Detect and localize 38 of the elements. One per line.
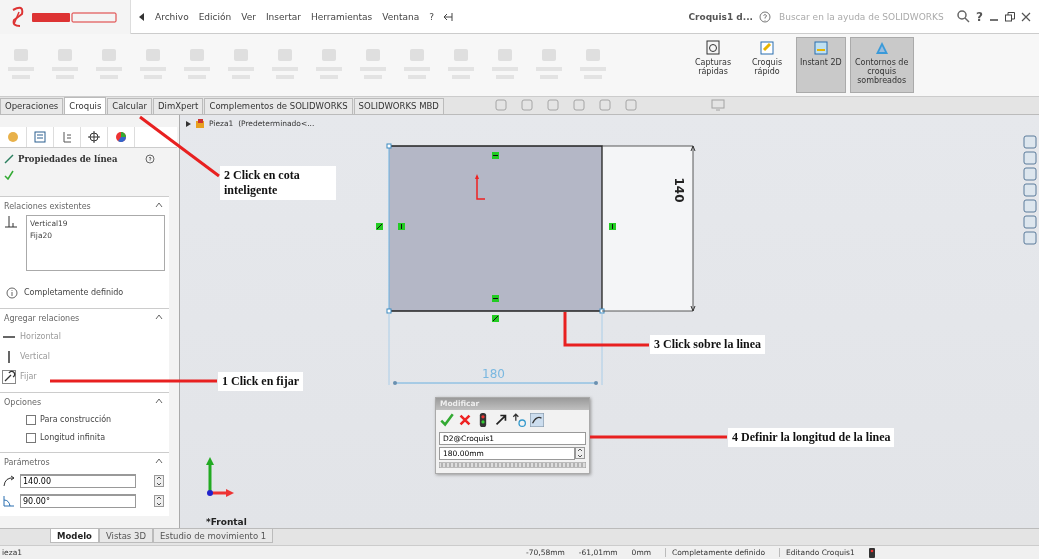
tab[interactable]: Complementos de SOLIDWORKS [204,97,353,114]
tab[interactable]: SOLIDWORKS MBD [353,97,444,114]
checkbox-label: Longitud infinita [40,433,106,443]
section-heading: Relaciones existentes [4,201,91,211]
annotation-label: 4 Definir la longitud de la linea [728,428,895,447]
annotation-label: 1 Click en fijar [218,372,303,391]
tab[interactable]: Estudio de movimiento 1 [152,529,274,543]
menu-item[interactable]: Herramientas [310,11,373,22]
help-button[interactable]: ? [976,9,983,24]
tab[interactable]: Operaciones [0,97,64,114]
dimension-value[interactable]: 140 [671,177,686,203]
section-heading: Agregar relaciones [4,313,80,323]
ribbon-button[interactable]: Capturas rápidas [688,37,738,93]
view-label: *Frontal [206,516,247,527]
menu-item[interactable]: Edición [198,11,232,22]
menu-item[interactable]: Ventana [382,11,420,22]
menu-item[interactable]: Insertar [265,11,301,22]
status-text: Completamente definido [24,288,124,298]
tab[interactable]: Modelo [50,529,99,543]
panel-title: Propiedades de línea [18,153,119,164]
search-field[interactable]: Buscar en la ayuda de SOLIDWORKS [777,10,952,23]
parameter-field[interactable]: 140.00 [20,473,136,488]
menu-item[interactable]: Ver [241,11,256,22]
parameter-field[interactable]: 90.00° [20,493,136,508]
ribbon-button[interactable]: Instant 2D [796,37,846,93]
annotation-label: 2 Click en cota inteligente [220,166,336,200]
tab[interactable]: DimXpert [153,97,204,114]
menu-item[interactable]: ? [429,11,434,22]
menu-item[interactable]: Archivo [155,11,189,22]
ribbon-button[interactable]: Croquis rápido [742,37,792,93]
section-heading: Parámetros [4,457,50,467]
tab[interactable]: Vistas 3D [98,529,153,543]
document-title: Croquis1 d... [688,11,754,22]
annotation-label: 3 Click sobre la linea [650,335,766,354]
checkbox-label: Para construcción [40,415,112,425]
section-heading: Opciones [4,397,42,407]
ribbon-button[interactable]: Contornos de croquis sombreados [849,37,914,93]
tab[interactable]: Calcular [107,97,152,114]
